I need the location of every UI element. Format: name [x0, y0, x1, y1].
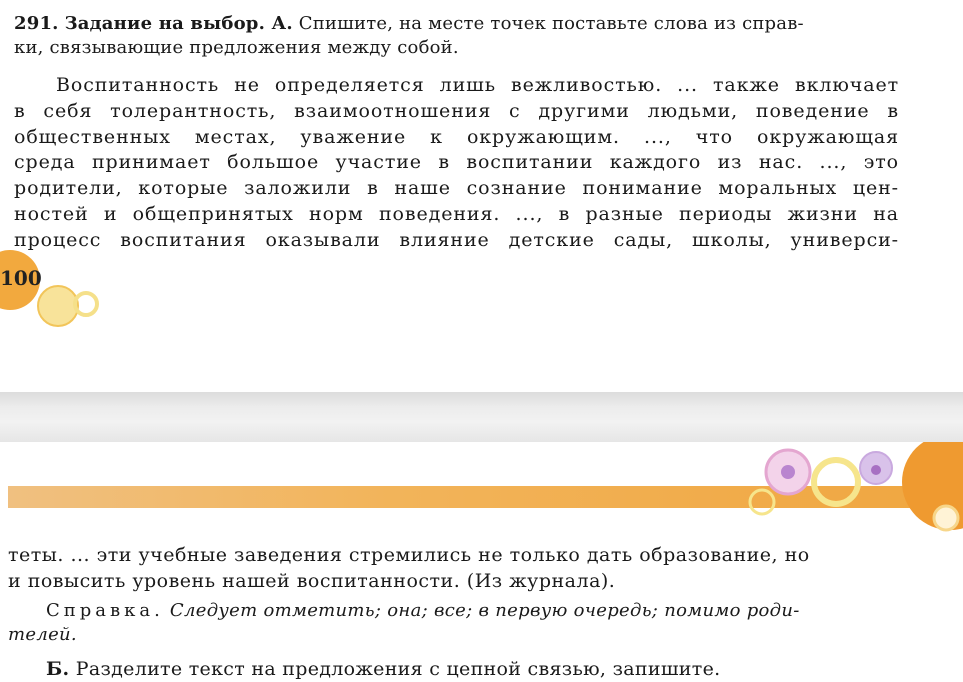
- exercise-paragraph: Воспитанность не определяется лишь вежли…: [14, 73, 899, 254]
- continuation-line: теты. ... эти учебные заведения стремили…: [8, 544, 810, 566]
- upper-page: 291. Задание на выбор. А. Спишите, на ме…: [0, 0, 963, 392]
- small-yellow-ring: [748, 488, 776, 516]
- reference-words-line2: телей.: [8, 624, 77, 645]
- task-heading: Задание на выбор. А.: [64, 13, 293, 34]
- reference-block: Справка. Следует отметить; она; все; в п…: [8, 599, 893, 647]
- paragraph-line: Воспитанность не определяется лишь вежли…: [56, 74, 899, 96]
- lower-page: теты. ... эти учебные заведения стремили…: [0, 442, 963, 680]
- paragraph-line: в себя толерантность, взаимоотношения с …: [14, 99, 899, 122]
- paragraph-line: родители, которые заложили в наше сознан…: [14, 177, 899, 200]
- paragraph-continuation: теты. ... эти учебные заведения стремили…: [8, 542, 893, 594]
- paragraph-line: процесс воспитания оказывали влияние дет…: [14, 228, 899, 251]
- page-gap: [0, 392, 963, 442]
- task-b: Б. Разделите текст на предложения с цепн…: [8, 656, 931, 682]
- task-instruction-line2: ки, связывающие предложения между собой.: [14, 37, 459, 58]
- paragraph-line: ностей и общепринятых норм поведения. ..…: [14, 202, 899, 225]
- task-b-text: Разделите текст на предложения с цепной …: [75, 658, 721, 680]
- yellow-circle: [37, 285, 79, 327]
- page-number: 100: [0, 266, 42, 290]
- task-number: 291.: [14, 13, 59, 34]
- continuation-line: и повысить уровень нашей воспитанности. …: [8, 570, 616, 592]
- purple-small-dot: [871, 465, 881, 475]
- purple-dot: [781, 465, 795, 479]
- reference-words-line1: Следует отметить; она; все; в первую оче…: [169, 600, 800, 621]
- decorative-circles-right: [748, 442, 963, 532]
- task-b-heading: Б.: [46, 658, 70, 680]
- decorative-circles-left: [0, 250, 99, 327]
- paragraph-line: общественных местах, уважение к окружающ…: [14, 125, 899, 148]
- yellow-ring: [811, 457, 861, 507]
- task-291-header: 291. Задание на выбор. А. Спишите, на ме…: [14, 12, 899, 60]
- reference-label: Справка.: [46, 600, 164, 621]
- task-instruction-line1: Спишите, на месте точек поставьте слова …: [298, 13, 804, 34]
- cream-circle: [932, 504, 960, 532]
- paragraph-line: среда принимает большое участие в воспит…: [14, 151, 899, 174]
